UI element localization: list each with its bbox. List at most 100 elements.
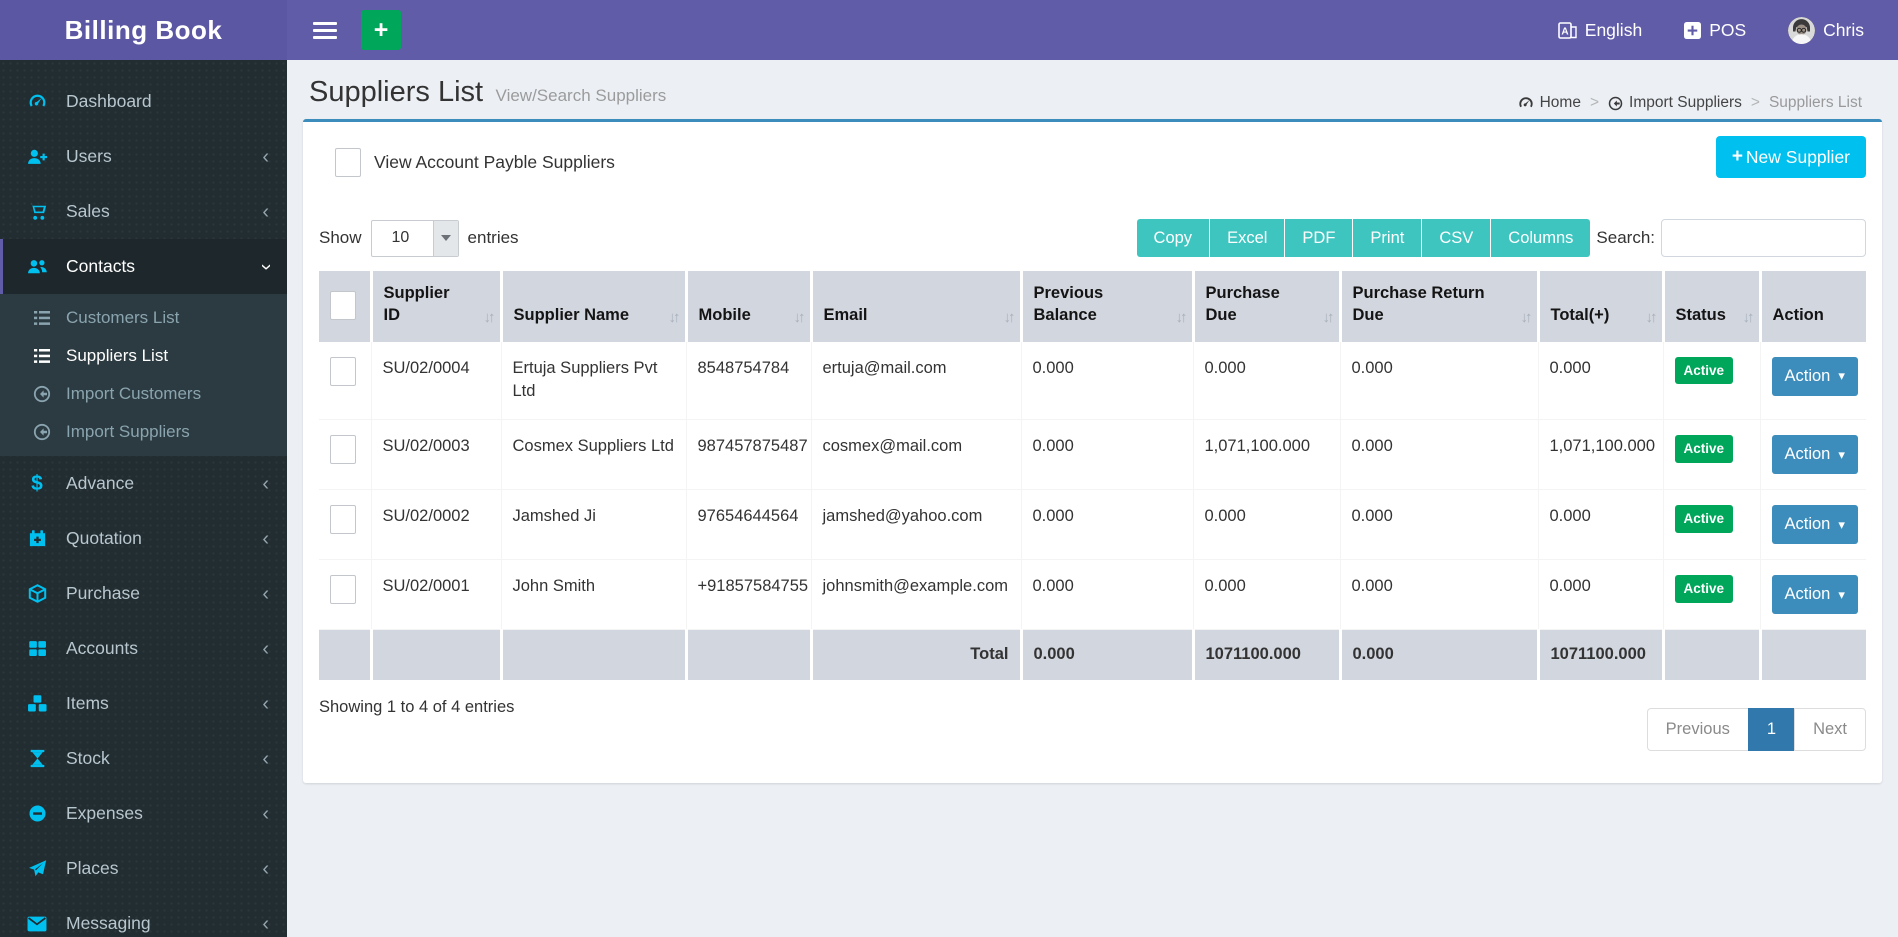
status-badge: Active — [1674, 575, 1734, 603]
row-checkbox[interactable] — [330, 356, 356, 386]
sort-icon[interactable]: ↓↑ — [1743, 308, 1755, 328]
cell-mobile: +91857584755 — [685, 559, 811, 631]
csv-button[interactable]: CSV — [1422, 219, 1492, 257]
previous-page-button[interactable]: Previous — [1646, 708, 1749, 752]
page-1-button[interactable]: 1 — [1747, 708, 1796, 752]
breadcrumb-separator: > — [1589, 94, 1600, 111]
language-menu[interactable]: A English — [1557, 20, 1642, 41]
user-menu[interactable]: Chris — [1788, 16, 1864, 44]
sidebar-item-customers-list[interactable]: Customers List — [0, 299, 287, 337]
app-logo[interactable]: Billing Book — [0, 0, 287, 60]
sidebar-toggle-icon[interactable] — [313, 18, 337, 43]
sort-icon[interactable]: ↓↑ — [669, 308, 681, 328]
sort-icon[interactable]: ↓↑ — [484, 308, 496, 328]
sidebar-item-purchase[interactable]: Purchase ‹ — [0, 566, 287, 621]
cell-purchase-due: 0.000 — [1192, 489, 1340, 561]
pos-menu[interactable]: POS — [1684, 20, 1746, 41]
action-dropdown-button[interactable]: Action ▾ — [1771, 356, 1858, 396]
sidebar-item-sales[interactable]: Sales ‹ — [0, 184, 287, 239]
sidebar-item-messaging[interactable]: Messaging ‹ — [0, 896, 287, 937]
new-supplier-button[interactable]: + New Supplier — [1715, 136, 1866, 178]
col-status[interactable]: Status ↓↑ — [1661, 271, 1760, 342]
sort-icon[interactable]: ↓↑ — [1004, 308, 1016, 328]
col-total[interactable]: Total(+) ↓↑ — [1536, 271, 1663, 342]
cell-previous-balance: 0.000 — [1020, 341, 1193, 421]
sort-icon[interactable]: ↓↑ — [794, 308, 806, 328]
page-size-select[interactable]: 10 — [370, 219, 459, 257]
sidebar-item-users[interactable]: Users ‹ — [0, 129, 287, 184]
col-purchase-due[interactable]: Purchase Due ↓↑ — [1191, 271, 1340, 342]
users-icon — [25, 257, 49, 276]
sidebar-item-places[interactable]: Places ‹ — [0, 841, 287, 896]
avatar — [1788, 16, 1816, 44]
next-page-button[interactable]: Next — [1794, 708, 1866, 752]
table-row: SU/02/0003 Cosmex Suppliers Ltd 98745787… — [319, 419, 1866, 491]
col-previous-balance[interactable]: Previous Balance ↓↑ — [1019, 271, 1193, 342]
print-button[interactable]: Print — [1353, 219, 1423, 257]
sort-icon[interactable]: ↓↑ — [1176, 308, 1188, 328]
chevron-left-icon: ‹ — [262, 747, 269, 770]
table-footer: Showing 1 to 4 of 4 entries Previous 1 N… — [319, 680, 1866, 752]
cell-supplier-name: Jamshed Ji — [500, 489, 686, 561]
sidebar-item-advance[interactable]: $ Advance ‹ — [0, 456, 287, 511]
copy-button[interactable]: Copy — [1136, 219, 1211, 257]
sidebar-item-label: Import Suppliers — [66, 422, 190, 441]
navbar: + A English POS Chris — [287, 0, 1898, 60]
showing-entries-text: Showing 1 to 4 of 4 entries — [319, 698, 515, 717]
cell-total: 1,071,100.000 — [1537, 419, 1663, 491]
row-checkbox[interactable] — [330, 575, 356, 605]
dashboard-icon — [1518, 95, 1534, 111]
sidebar-item-label: Quotation — [66, 528, 142, 548]
grid-icon — [25, 639, 49, 658]
sidebar-item-accounts[interactable]: Accounts ‹ — [0, 621, 287, 676]
sidebar-item-label: Suppliers List — [66, 346, 169, 365]
search-input[interactable] — [1661, 219, 1866, 257]
sort-icon[interactable]: ↓↑ — [1646, 308, 1658, 328]
col-mobile[interactable]: Mobile ↓↑ — [684, 271, 811, 342]
cell-email: cosmex@mail.com — [810, 419, 1021, 491]
sidebar-item-import-customers[interactable]: Import Customers — [0, 375, 287, 413]
breadcrumb-import-suppliers[interactable]: Import Suppliers — [1608, 94, 1742, 112]
suppliers-table: Supplier ID ↓↑ Supplier Name ↓↑ Mobile ↓↑ E… — [319, 271, 1866, 681]
col-purchase-return-due[interactable]: Purchase Return Due ↓↑ — [1338, 271, 1538, 342]
sort-icon[interactable]: ↓↑ — [1521, 308, 1533, 328]
sidebar-item-contacts[interactable]: Contacts ‹ — [0, 239, 287, 294]
chevron-left-icon: ‹ — [262, 582, 269, 605]
excel-button[interactable]: Excel — [1210, 219, 1286, 257]
sidebar-item-suppliers-list[interactable]: Suppliers List — [0, 337, 287, 375]
sidebar-item-expenses[interactable]: Expenses ‹ — [0, 786, 287, 841]
sidebar-item-label: Dashboard — [66, 91, 152, 111]
chevron-left-icon: ‹ — [262, 637, 269, 660]
sidebar-item-quotation[interactable]: Quotation ‹ — [0, 511, 287, 566]
row-checkbox[interactable] — [330, 435, 356, 465]
quick-add-button[interactable]: + — [361, 10, 401, 50]
sidebar-item-label: Places — [66, 858, 119, 878]
select-all-checkbox[interactable] — [330, 290, 356, 320]
sidebar-item-items[interactable]: Items ‹ — [0, 676, 287, 731]
navbar-right: A English POS Chris — [1557, 16, 1864, 44]
columns-button[interactable]: Columns — [1491, 219, 1591, 257]
breadcrumb-import-label: Import Suppliers — [1629, 94, 1742, 111]
action-dropdown-button[interactable]: Action ▾ — [1771, 575, 1858, 615]
action-dropdown-button[interactable]: Action ▾ — [1771, 435, 1858, 475]
col-supplier-name[interactable]: Supplier Name ↓↑ — [499, 271, 686, 342]
cell-purchase-due: 1,071,100.000 — [1192, 419, 1340, 491]
sidebar-item-dashboard[interactable]: Dashboard — [0, 74, 287, 129]
sidebar-item-import-suppliers[interactable]: Import Suppliers — [0, 413, 287, 451]
chevron-left-icon: ‹ — [262, 912, 269, 935]
sort-icon[interactable]: ↓↑ — [1323, 308, 1335, 328]
payable-suppliers-checkbox[interactable] — [335, 148, 361, 177]
row-checkbox[interactable] — [330, 505, 356, 535]
pdf-button[interactable]: PDF — [1285, 219, 1354, 257]
sidebar-item-label: Purchase — [66, 583, 140, 603]
cubes-icon — [25, 694, 49, 713]
col-supplier-id[interactable]: Supplier ID ↓↑ — [369, 271, 501, 342]
table-header-row: Supplier ID ↓↑ Supplier Name ↓↑ Mobile ↓↑ E… — [319, 271, 1866, 342]
payable-filter-row: View Account Payble Suppliers — [319, 122, 1866, 177]
cell-previous-balance: 0.000 — [1020, 419, 1193, 491]
action-dropdown-button[interactable]: Action ▾ — [1771, 505, 1858, 545]
sidebar-item-stock[interactable]: Stock ‹ — [0, 731, 287, 786]
breadcrumb-home[interactable]: Home — [1518, 94, 1581, 112]
col-email[interactable]: Email ↓↑ — [809, 271, 1021, 342]
import-icon — [32, 385, 52, 403]
